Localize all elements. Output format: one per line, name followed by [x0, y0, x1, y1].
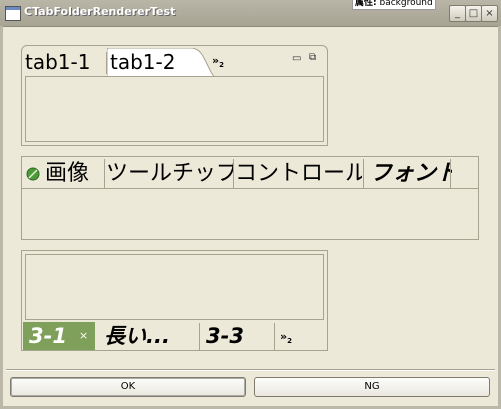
tab-divider	[199, 323, 200, 350]
chevron-button[interactable]: »2	[212, 54, 224, 69]
tab-divider	[274, 323, 275, 350]
ng-button[interactable]: NG	[254, 377, 490, 397]
maximize-button[interactable]: □	[465, 5, 482, 22]
chevron-button[interactable]: »2	[280, 330, 292, 345]
title-bar: CTabFolderRendererTest 属性: background _ …	[0, 0, 501, 27]
tab3-1[interactable]: 3-1 ×	[23, 322, 95, 350]
restore-icon[interactable]: ⧉	[309, 52, 316, 63]
close-tab-icon[interactable]: ×	[79, 322, 88, 350]
tab-tooltip[interactable]: ツールチップ	[106, 159, 233, 189]
tab-divider	[104, 159, 105, 188]
tab-folder-1: tab1-1 tab1-2 »2 ▭ ⧉	[21, 45, 328, 146]
tab-divider	[363, 159, 364, 188]
tab-folder-3: 3-1 × 長い... 3-3 »2	[21, 250, 328, 351]
tab-folder-2: 画像 ツールチップ コントロール フォント	[21, 156, 479, 240]
ok-button[interactable]: OK	[10, 377, 246, 397]
minimize-icon[interactable]: ▭	[292, 53, 301, 64]
tab-content	[25, 76, 324, 142]
leaf-icon	[26, 167, 40, 181]
tab-content	[22, 188, 478, 239]
tab1-2[interactable]: tab1-2	[110, 49, 202, 76]
tab-content	[25, 254, 324, 320]
window-icon	[5, 6, 21, 21]
separator	[6, 369, 495, 371]
window-title: CTabFolderRendererTest	[24, 5, 176, 18]
tab1-1[interactable]: tab1-1	[25, 49, 108, 76]
tab-font[interactable]: フォント	[370, 159, 452, 189]
tooltip: 属性: background	[352, 0, 436, 10]
window-frame-left	[0, 26, 3, 409]
close-button[interactable]: ×	[481, 5, 498, 22]
tab-divider	[450, 159, 451, 188]
tab-image[interactable]: 画像	[24, 159, 104, 189]
tab-divider	[233, 159, 234, 188]
tab-long[interactable]: 長い...	[104, 322, 199, 350]
tab3-3[interactable]: 3-3	[206, 322, 274, 350]
minimize-button[interactable]: _	[449, 5, 466, 22]
tab-control[interactable]: コントロール	[235, 159, 362, 189]
